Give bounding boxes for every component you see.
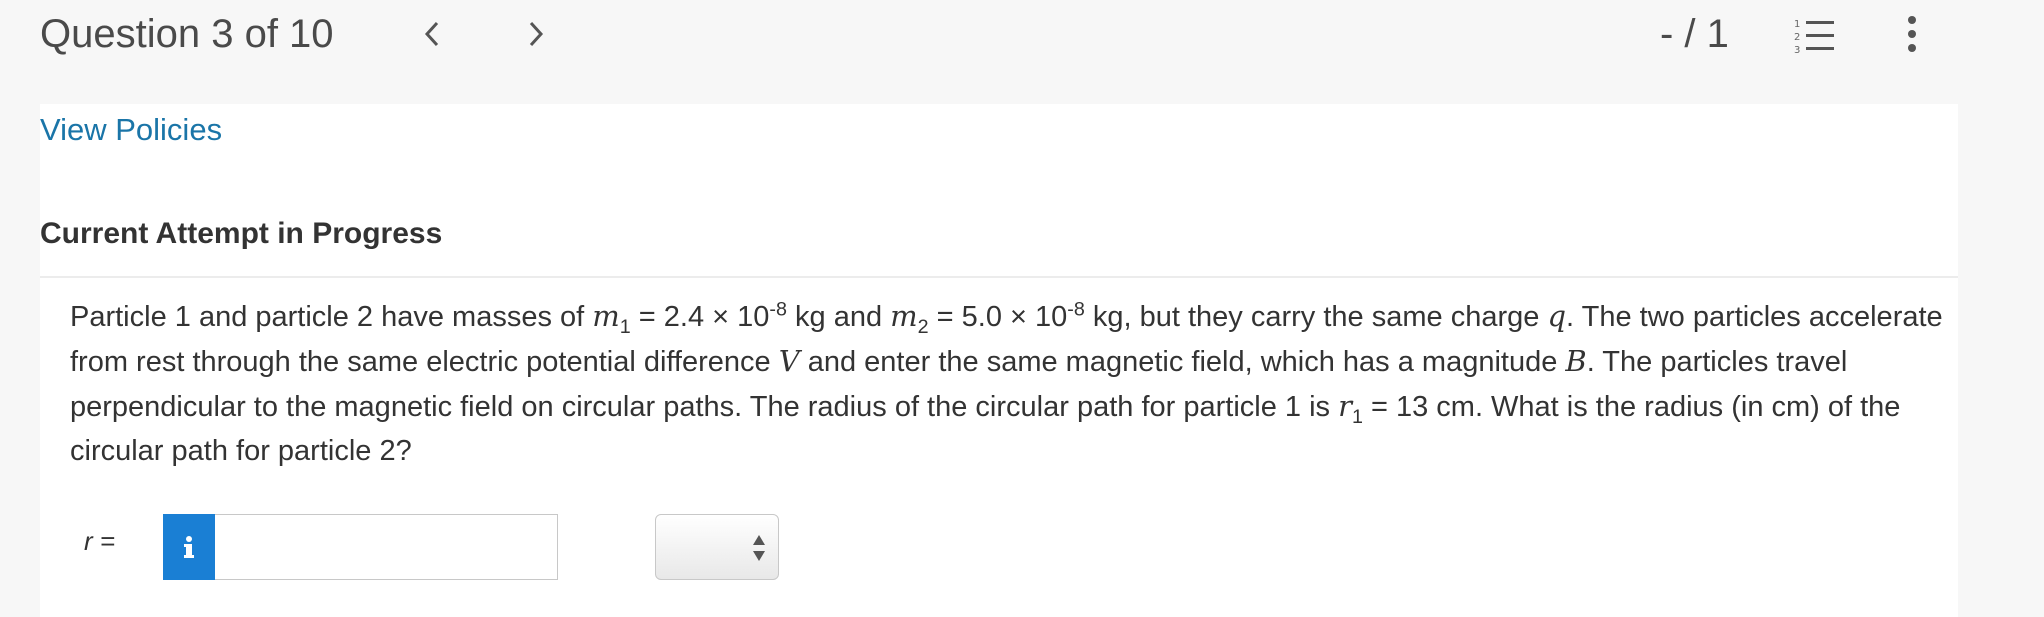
svg-text:3: 3 (1794, 45, 1800, 56)
more-options-button[interactable] (1896, 12, 1928, 56)
select-arrows-icon (753, 535, 765, 561)
numbered-list-icon: 1 2 3 (1794, 19, 1834, 56)
view-policies-link[interactable]: View Policies (40, 108, 222, 152)
chevron-right-icon (529, 21, 544, 47)
chevron-left-icon (424, 21, 439, 47)
question-content: View Policies Current Attempt in Progres… (40, 104, 1958, 617)
previous-question-button[interactable] (412, 14, 452, 54)
unit-select[interactable] (655, 514, 779, 580)
svg-text:2: 2 (1794, 32, 1800, 43)
answer-input[interactable] (215, 514, 558, 580)
info-button[interactable] (163, 514, 215, 580)
question-list-button[interactable]: 1 2 3 (1792, 16, 1836, 56)
divider (40, 276, 1958, 278)
attempt-heading: Current Attempt in Progress (40, 217, 443, 250)
score-display: - / 1 (1660, 12, 1729, 56)
answer-label: r = (84, 526, 116, 556)
question-counter: Question 3 of 10 (40, 12, 334, 56)
svg-text:1: 1 (1794, 19, 1800, 30)
info-icon (184, 536, 194, 558)
next-question-button[interactable] (516, 14, 556, 54)
more-vertical-icon (1908, 16, 1916, 52)
question-header: Question 3 of 10 - / 1 1 2 3 (0, 0, 2044, 104)
question-text: Particle 1 and particle 2 have masses of… (70, 298, 1943, 467)
